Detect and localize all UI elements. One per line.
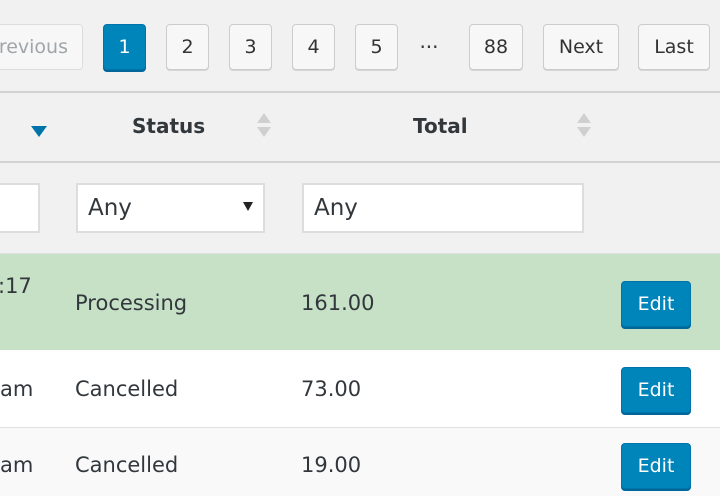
total-filter-input[interactable]: Any (302, 183, 584, 233)
header-bottom-border (0, 161, 720, 163)
pagination-ellipsis: ··· (419, 35, 439, 59)
status-sort-icon[interactable] (256, 111, 272, 141)
date-cell: :17 (0, 274, 32, 298)
date-cell: am (0, 377, 34, 401)
date-filter-input[interactable] (0, 183, 40, 233)
pagination: revious 1 2 3 4 5 ··· 88 Next Last (0, 0, 720, 92)
page-5-button[interactable]: 5 (355, 24, 398, 70)
total-filter-value: Any (314, 195, 358, 221)
status-column-header[interactable]: Status (132, 114, 205, 138)
edit-button[interactable]: Edit (621, 367, 691, 413)
status-filter-select[interactable]: Any (76, 183, 265, 233)
next-page-button[interactable]: Next (543, 24, 619, 70)
date-cell: am (0, 453, 34, 477)
page-2-button[interactable]: 2 (166, 24, 209, 70)
total-sort-icon[interactable] (576, 111, 592, 141)
total-cell: 73.00 (301, 377, 362, 401)
status-cell: Cancelled (75, 377, 179, 401)
edit-button[interactable]: Edit (621, 281, 691, 327)
page-1-button[interactable]: 1 (103, 24, 146, 70)
total-column-header[interactable]: Total (413, 114, 468, 138)
total-cell: 19.00 (301, 453, 362, 477)
edit-button[interactable]: Edit (621, 443, 691, 489)
status-cell: Processing (75, 291, 188, 315)
last-page-button[interactable]: Last (638, 24, 710, 70)
table-top-border (0, 91, 720, 93)
table-row: :17 Processing 161.00 Edit (0, 254, 720, 350)
status-filter-value: Any (88, 195, 132, 221)
page-88-button[interactable]: 88 (469, 24, 523, 70)
page-3-button[interactable]: 3 (229, 24, 272, 70)
chevron-down-icon (243, 202, 253, 211)
status-cell: Cancelled (75, 453, 179, 477)
page-4-button[interactable]: 4 (292, 24, 335, 70)
table-row: am Cancelled 73.00 Edit (0, 350, 720, 427)
total-cell: 161.00 (301, 291, 375, 315)
table-row: am Cancelled 19.00 Edit (0, 428, 720, 496)
sort-descending-icon[interactable] (31, 126, 47, 137)
previous-page-button[interactable]: revious (0, 24, 83, 70)
